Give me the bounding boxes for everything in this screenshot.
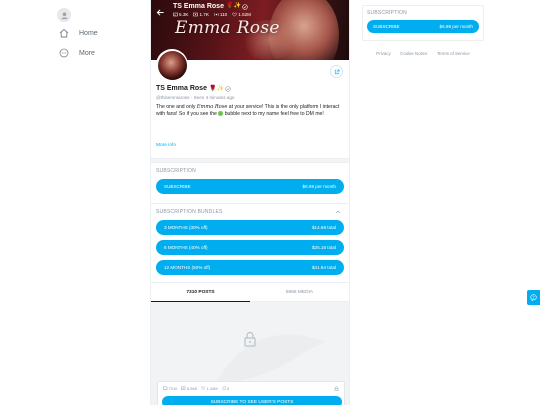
- video-icon: [181, 386, 186, 391]
- stat-videos: 1.7K: [193, 12, 209, 17]
- tab-media[interactable]: 6965 MEDIA: [250, 283, 349, 302]
- nav-home[interactable]: Home: [52, 24, 142, 42]
- image-icon: [173, 12, 178, 17]
- stat-photos: 5.3K: [173, 12, 188, 17]
- cover-signature: Emma Rose: [175, 18, 280, 38]
- profile-column: Emma Rose TS Emma Rose 🌹✨ 5.3K 1.7K 110 …: [150, 0, 350, 405]
- more-info-link[interactable]: More info: [156, 143, 176, 148]
- bundles-title: SUBSCRIPTION BUNDLES: [151, 204, 349, 215]
- image-icon: [163, 386, 168, 391]
- verified-icon: [242, 3, 248, 10]
- profile-avatar[interactable]: [156, 49, 188, 81]
- page-root: Home More Emma Rose TS Emma Rose 🌹✨ 5.3K…: [0, 0, 540, 405]
- right-panel: SUBSCRIPTION SUBSCRIBE $6.99 per month P…: [362, 5, 484, 56]
- nav-more[interactable]: More: [52, 44, 142, 62]
- back-arrow-icon[interactable]: [156, 4, 166, 16]
- subscribe-button[interactable]: SUBSCRIBE $6.99 per month: [156, 179, 344, 194]
- bundle-6-months-button[interactable]: 6 MONTHS (40% off) $25.16 total: [156, 240, 344, 255]
- stat-likes: 1.52M: [232, 12, 251, 17]
- video-icon: [193, 12, 199, 17]
- bio-text: The one and only Emma Rose at your servi…: [156, 104, 340, 117]
- stat-streams: 110: [214, 12, 227, 17]
- handle-line: @thisemmarose · Seen 4 minutes ago: [156, 95, 235, 100]
- locked-stat-likes: 1.44M: [201, 386, 218, 391]
- help-icon: [530, 294, 537, 301]
- display-name: TS Emma Rose 🌹✨: [156, 85, 231, 92]
- locked-stat-comments: 0: [222, 386, 229, 391]
- header-name: TS Emma Rose 🌹✨: [173, 2, 251, 11]
- footer-cookie-link[interactable]: Cookie Notice: [400, 51, 427, 56]
- heart-icon: [201, 386, 206, 391]
- share-icon: [334, 69, 339, 74]
- nav-more-label: More: [79, 49, 95, 57]
- locked-stat-videos: 5,565: [181, 386, 197, 391]
- right-subscription-box: SUBSCRIPTION SUBSCRIBE $6.99 per month: [362, 5, 484, 41]
- locked-stat-images: 7010: [163, 386, 177, 391]
- bundle-12-months-button[interactable]: 12 MONTHS (50% off) $41.94 total: [156, 260, 344, 275]
- small-lock-icon: [334, 386, 339, 391]
- more-icon: [57, 46, 71, 60]
- comment-icon: [222, 386, 226, 391]
- home-icon: [57, 26, 71, 40]
- heart-icon: [232, 12, 238, 17]
- tab-posts[interactable]: 7310 POSTS: [151, 283, 250, 302]
- content-tabs: 7310 POSTS 6965 MEDIA: [151, 282, 349, 302]
- right-subscribe-button[interactable]: SUBSCRIBE $6.99 per month: [367, 20, 479, 33]
- locked-posts-area: 7010 5,565 1.44M 0 SUBSCRIBE TO SEE USER…: [151, 302, 349, 405]
- user-avatar-icon[interactable]: [57, 8, 71, 22]
- footer-links: Privacy · Cookie Notice · Terms of Servi…: [376, 51, 470, 56]
- verified-icon: [225, 85, 231, 92]
- stream-icon: [214, 12, 219, 17]
- chevron-up-icon[interactable]: [335, 209, 341, 215]
- locked-post-card: 7010 5,565 1.44M 0 SUBSCRIBE TO SEE USER…: [157, 381, 345, 405]
- nav-home-label: Home: [79, 29, 98, 37]
- footer-terms-link[interactable]: Terms of Service: [437, 51, 470, 56]
- subscribe-to-see-posts-button[interactable]: SUBSCRIBE TO SEE USER'S POSTS: [162, 396, 342, 405]
- left-nav: Home More: [52, 6, 142, 62]
- share-button[interactable]: [330, 65, 343, 78]
- footer-privacy-link[interactable]: Privacy: [376, 51, 390, 56]
- bundle-3-months-button[interactable]: 3 MONTHS (30% off) $14.68 total: [156, 220, 344, 235]
- profile-info: TS Emma Rose 🌹✨ @thisemmarose · Seen 4 m…: [151, 49, 349, 158]
- header-stats: 5.3K 1.7K 110 1.52M: [173, 12, 251, 17]
- help-chat-button[interactable]: [527, 290, 540, 305]
- profile-topbar: TS Emma Rose 🌹✨ 5.3K 1.7K 110 1.52M: [151, 0, 349, 20]
- lock-icon: [244, 331, 256, 347]
- subscription-title: SUBSCRIPTION: [156, 168, 196, 174]
- right-subscription-title: SUBSCRIPTION: [367, 10, 407, 16]
